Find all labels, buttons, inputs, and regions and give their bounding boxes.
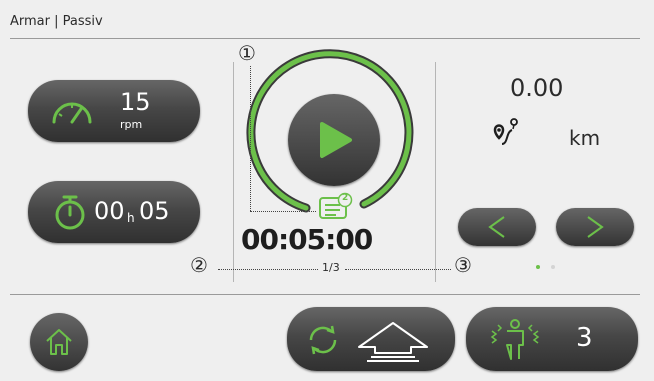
speed-unit: rpm: [120, 118, 143, 131]
page-title: Armar | Passiv: [10, 14, 103, 29]
callout-1-line-h: [250, 211, 316, 212]
distance-unit: km: [569, 126, 601, 150]
left-separator: [233, 62, 234, 282]
screen: Armar | Passiv 15 rpm 00 h 05 2 00:05:00…: [0, 0, 654, 381]
rotation-icon: [309, 325, 337, 355]
page-dot-active: [536, 265, 540, 269]
rotation-direction-button[interactable]: [287, 307, 455, 371]
spasm-button[interactable]: 3: [466, 307, 638, 371]
route-icon: [493, 118, 518, 145]
forward-arrow-icon: [358, 322, 428, 362]
bottom-divider: [10, 294, 640, 295]
callout-2-line: [218, 269, 318, 270]
program-button[interactable]: 2: [318, 192, 354, 220]
callout-3-line: [345, 269, 451, 270]
prev-button[interactable]: [458, 208, 536, 246]
chevron-right-icon: [587, 216, 604, 238]
play-icon: [320, 122, 352, 158]
next-button[interactable]: [556, 208, 634, 246]
callout-1-line-v: [250, 66, 251, 211]
distance-value: 0.00: [510, 74, 564, 102]
duration-hours-unit: h: [127, 211, 135, 225]
callout-2: ②: [190, 253, 208, 277]
callout-3: ③: [454, 253, 472, 277]
program-badge: 2: [342, 193, 349, 203]
elapsed-timer: 00:05:00: [241, 223, 373, 256]
duration-hours: 00: [94, 197, 125, 225]
program-list-icon: [319, 192, 353, 219]
page-dot-inactive: [551, 265, 555, 269]
right-separator: [435, 62, 436, 282]
title-divider: [10, 38, 640, 39]
page-indicator: 1/3: [322, 261, 340, 274]
callout-1: ①: [238, 41, 256, 65]
chevron-left-icon: [488, 216, 505, 238]
home-button[interactable]: [30, 313, 88, 371]
duration-minutes: 05: [139, 197, 170, 225]
speed-button[interactable]: 15 rpm: [28, 80, 200, 142]
speedometer-icon: [52, 102, 92, 124]
spasm-level: 3: [576, 323, 593, 353]
stopwatch-icon: [55, 195, 85, 230]
play-button[interactable]: [288, 94, 380, 186]
spasm-person-icon: [490, 319, 540, 360]
home-icon: [46, 329, 72, 355]
speed-value: 15: [120, 88, 151, 116]
duration-button[interactable]: 00 h 05: [28, 181, 200, 243]
